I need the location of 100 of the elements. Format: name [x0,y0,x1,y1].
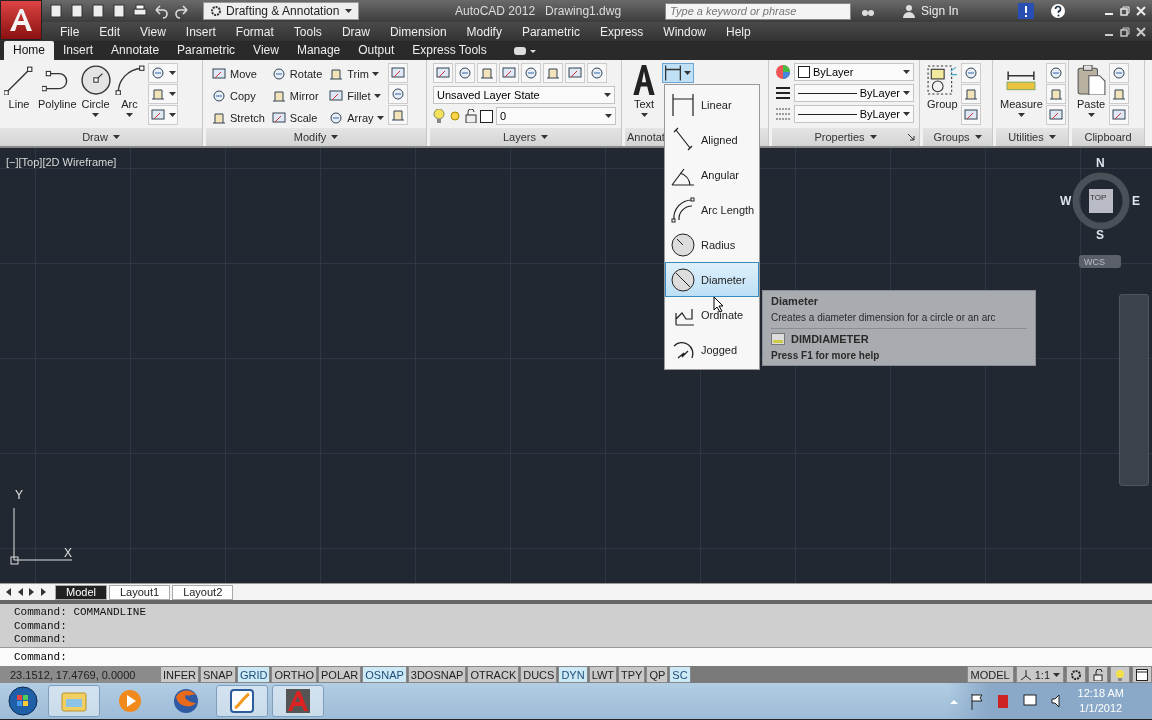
ribbon-tab[interactable]: View [244,41,288,60]
menu-item[interactable]: View [130,24,176,39]
layer-tool-button[interactable] [565,63,585,83]
new-file-icon[interactable] [48,3,64,19]
ribbon-tab[interactable]: Parametric [168,41,245,60]
ribbon-tab[interactable]: Annotate [102,41,169,60]
tool-button[interactable]: Copy [209,85,267,106]
layer-dropdown[interactable]: 0 [496,107,616,125]
dialog-launcher-icon[interactable] [907,133,915,141]
taskbar-app[interactable] [272,685,324,717]
panel-title[interactable]: Draw [82,131,120,143]
menu-item[interactable]: File [50,24,90,39]
status-toggle[interactable]: SNAP [200,666,236,683]
tool-button[interactable] [1045,84,1066,104]
dimension-menu-item[interactable]: Radius [665,227,759,262]
dimension-split-button[interactable] [662,63,694,83]
view-cube-drawing[interactable] [1072,172,1130,230]
tool-button[interactable]: Array [326,107,386,128]
color-dropdown[interactable]: ByLayer [794,63,914,81]
layout-tab[interactable]: Layout1 [108,584,171,600]
status-toggle[interactable]: DUCS [520,666,558,683]
alert-icon[interactable] [1018,3,1035,19]
taskbar-app[interactable] [216,685,268,717]
restore-icon[interactable] [1120,6,1130,16]
menu-item[interactable]: Tools [283,24,332,39]
status-toggle[interactable]: OSNAP [362,666,407,683]
command-line-field[interactable]: Command: [0,647,1152,666]
tool-button[interactable]: Scale [268,107,325,128]
menu-item[interactable]: Dimension [379,24,457,39]
tool-button[interactable] [960,63,981,83]
print-icon[interactable] [132,3,148,19]
tool-button[interactable] [960,84,981,104]
menu-item[interactable]: Window [653,24,716,39]
layer-tool-button[interactable] [477,63,497,83]
tool-button[interactable] [147,63,178,83]
paste-tool-button[interactable]: Paste [1075,63,1107,119]
layer-tool-button[interactable] [543,63,563,83]
viewport-label[interactable]: [−][Top][2D Wireframe] [6,156,117,168]
app-menu-button[interactable] [0,0,42,40]
tool-button[interactable] [387,105,408,125]
menu-item[interactable]: Insert [175,24,226,39]
panel-title[interactable]: Annotat [627,131,665,143]
lock-button[interactable] [1088,666,1108,683]
panel-title[interactable]: Layers [503,131,548,143]
undo-icon[interactable] [153,3,169,19]
help-icon[interactable] [1050,3,1067,19]
sign-in-link[interactable]: Sign In [921,4,959,18]
search-field[interactable]: Type a keyword or phrase [665,2,852,20]
lineweight-dropdown[interactable]: ByLayer [794,84,914,102]
tool-button[interactable] [1109,84,1129,104]
workspace-settings-button[interactable] [1066,666,1086,683]
tool-button[interactable] [147,105,178,125]
text-tool-button[interactable]: Text [628,63,660,119]
layer-state-dropdown[interactable]: Unsaved Layer State [433,86,615,104]
menu-item[interactable]: Edit [89,24,131,39]
dimension-menu-item[interactable]: Jogged [665,332,759,367]
tool-button[interactable]: Stretch [209,107,267,128]
tool-button[interactable] [1109,63,1129,83]
circle-tool-button[interactable]: Circle [79,63,112,119]
ribbon-tab[interactable]: Manage [287,41,350,60]
annotation-scale-button[interactable]: 1:1 [1015,666,1064,683]
tool-button[interactable] [1045,105,1066,125]
layout-tab[interactable]: Layout2 [172,584,234,600]
restore-icon[interactable] [1120,26,1130,37]
tool-button[interactable] [147,84,178,104]
ribbon-tab[interactable]: Home [4,41,54,60]
dimension-menu-item[interactable]: Arc Length [665,192,759,227]
status-toggle[interactable]: TPY [618,666,646,683]
status-toggle[interactable]: LWT [588,666,618,683]
menu-item[interactable]: Express [589,24,654,39]
ribbon-tab[interactable]: Insert [54,41,103,60]
tool-button[interactable]: Mirror [268,85,325,106]
redo-icon[interactable] [174,3,190,19]
dimension-menu-item[interactable]: Diameter [665,262,759,297]
status-toggle[interactable]: OTRACK [467,666,520,683]
layer-tool-button[interactable] [455,63,475,83]
panel-title[interactable]: Modify [293,131,339,143]
group-tool-button[interactable]: Group [926,63,959,112]
status-toggle[interactable]: POLAR [318,666,362,683]
polyline-tool-button[interactable]: Polyline [37,63,78,112]
close-icon[interactable] [1136,26,1146,37]
tool-button[interactable] [1045,63,1066,83]
menu-item[interactable]: Parametric [511,24,590,39]
tool-button[interactable]: Rotate [268,63,325,84]
dimension-menu-item[interactable]: Angular [665,157,759,192]
ribbon-toggle-icon[interactable] [513,45,536,56]
status-toggle[interactable]: DYN [558,666,588,683]
ribbon-tab[interactable]: Express Tools [403,41,496,60]
layer-tool-button[interactable] [499,63,519,83]
menu-item[interactable]: Format [225,24,284,39]
menu-item[interactable]: Help [716,24,761,39]
status-toggle[interactable]: QP [646,666,669,683]
tool-button[interactable] [960,105,981,125]
ribbon-tab[interactable]: Output [349,41,404,60]
arc-tool-button[interactable]: Arc [113,63,146,119]
model-space-button[interactable]: MODEL [966,666,1014,683]
tool-button[interactable]: Move [209,63,267,84]
status-toggle[interactable]: INFER [160,666,199,683]
dimension-menu-item[interactable]: Ordinate [665,297,759,332]
menu-item[interactable]: Draw [331,24,380,39]
